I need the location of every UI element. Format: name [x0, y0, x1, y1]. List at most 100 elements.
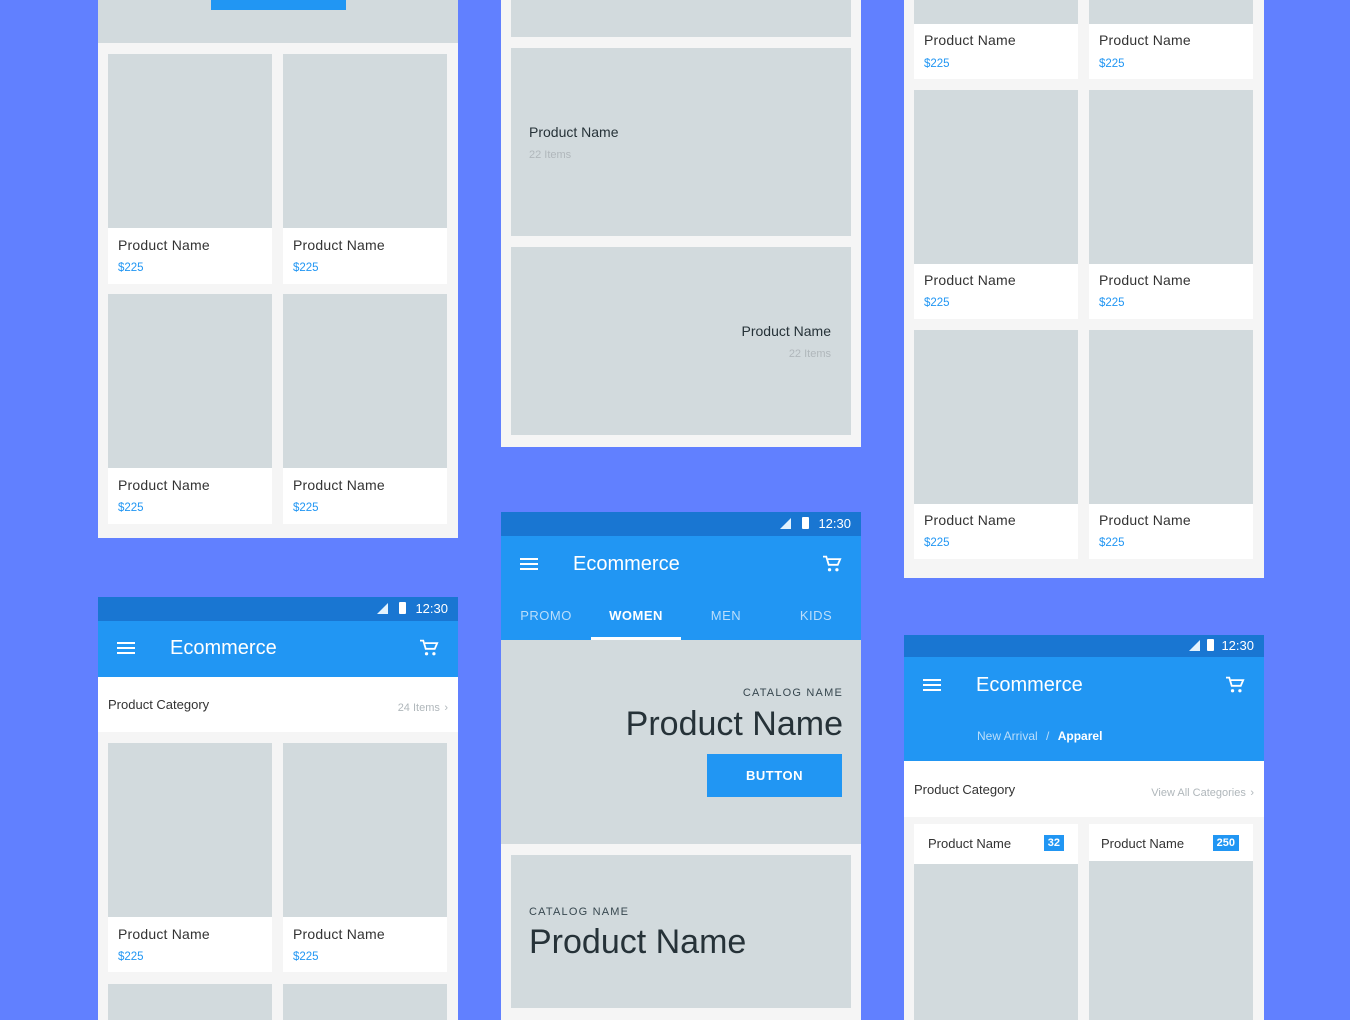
product-card[interactable]: Product Name $225	[914, 90, 1078, 319]
category-banner[interactable]: Product Name 22 Items	[511, 247, 851, 435]
category-card-name: Product Name	[928, 836, 1012, 851]
hero-button[interactable]: BUTTON	[707, 754, 842, 797]
product-card[interactable]: Product Name $225	[108, 294, 272, 524]
screen-product-grid-top-right: Product Name $225 Product Name $225 Prod…	[904, 0, 1264, 578]
category-banner[interactable]	[511, 0, 851, 37]
tab-kids[interactable]: KIDS	[771, 608, 861, 623]
tab-women[interactable]: WOMEN	[591, 608, 681, 623]
category-count-link[interactable]: 24 Items ›	[398, 698, 448, 716]
breadcrumb-separator: /	[1046, 729, 1050, 743]
product-card[interactable]: Product Name $225	[283, 743, 447, 972]
product-name: Product Name	[1099, 272, 1191, 288]
product-name: Product Name	[924, 32, 1016, 48]
product-name: Product Name	[293, 926, 385, 942]
product-price: $225	[293, 951, 319, 963]
app-title: Ecommerce	[573, 553, 680, 575]
product-price: $225	[1099, 537, 1125, 549]
product-name: Product Name	[924, 512, 1016, 528]
product-price: $225	[118, 502, 144, 514]
product-image	[108, 294, 272, 468]
product-name: Product Name	[1099, 512, 1191, 528]
status-bar: 12:30	[98, 597, 458, 621]
menu-icon[interactable]	[117, 642, 135, 655]
breadcrumb-item-current[interactable]: Apparel	[1058, 729, 1103, 743]
cart-icon[interactable]	[822, 555, 842, 573]
category-card[interactable]: Product Name 32	[914, 824, 1078, 1020]
product-image	[1089, 330, 1253, 504]
chevron-right-icon: ›	[444, 702, 448, 714]
screen-product-grid-top-left: Product Name $225 Product Name $225 Prod…	[98, 0, 458, 538]
category-banner[interactable]: Product Name 22 Items	[511, 48, 851, 236]
product-card[interactable]: Product Name $225	[914, 0, 1078, 79]
category-item-count: 22 Items	[788, 348, 831, 360]
tab-promo[interactable]: PROMO	[501, 608, 591, 623]
product-image	[914, 0, 1078, 24]
category-label: Product Category	[108, 697, 210, 712]
product-name: Product Name	[118, 926, 210, 942]
status-bar: 12:30	[904, 635, 1264, 657]
product-name: Product Name	[924, 272, 1016, 288]
product-price: $225	[293, 502, 319, 514]
product-card[interactable]: Product Name $225	[914, 330, 1078, 559]
product-price: $225	[1099, 58, 1125, 70]
app-bar: Ecommerce PROMO WOMEN MEN KIDS	[501, 536, 861, 640]
product-card[interactable]: Product Name $225	[283, 54, 447, 284]
product-image	[914, 330, 1078, 504]
product-image[interactable]	[283, 984, 447, 1020]
status-time: 12:30	[415, 601, 448, 616]
category-name: Product Name	[741, 323, 831, 339]
product-price: $225	[293, 262, 319, 274]
cart-icon[interactable]	[1225, 676, 1245, 694]
battery-icon	[1207, 639, 1214, 651]
category-header[interactable]: Product Category 24 Items ›	[98, 677, 458, 732]
product-name: Product Name	[118, 237, 210, 253]
product-card[interactable]: Product Name $225	[1089, 330, 1253, 559]
menu-icon[interactable]	[520, 558, 538, 571]
banner-button[interactable]	[211, 0, 346, 10]
signal-icon	[780, 518, 791, 529]
product-image	[283, 54, 447, 228]
signal-icon	[1189, 640, 1200, 651]
chevron-right-icon: ›	[1250, 787, 1254, 799]
menu-icon[interactable]	[923, 679, 941, 692]
product-card[interactable]: Product Name $225	[108, 54, 272, 284]
product-price: $225	[118, 951, 144, 963]
category-image	[914, 864, 1078, 1020]
screen-product-category-bottom-left: 12:30 Ecommerce Product Category 24 Item…	[98, 597, 458, 1020]
tab-men[interactable]: MEN	[681, 608, 771, 623]
product-image	[283, 294, 447, 468]
product-price: $225	[1099, 297, 1125, 309]
catalog-label: CATALOG NAME	[529, 906, 630, 918]
product-price: $225	[924, 58, 950, 70]
hero-banner: CATALOG NAME Product Name BUTTON	[501, 640, 861, 844]
category-header[interactable]: Product Category View All Categories ›	[904, 761, 1264, 817]
screen-catalog-tabs-bottom-middle: 12:30 Ecommerce PROMO WOMEN MEN KIDS CAT…	[501, 512, 861, 1020]
product-image	[914, 90, 1078, 264]
category-name: Product Name	[529, 124, 619, 140]
product-card[interactable]: Product Name $225	[283, 294, 447, 524]
category-card[interactable]: Product Name 250	[1089, 824, 1253, 1020]
view-all-label: View All Categories	[1151, 787, 1246, 799]
product-image[interactable]	[108, 984, 272, 1020]
breadcrumb-item[interactable]: New Arrival	[977, 729, 1038, 743]
product-image	[283, 743, 447, 917]
category-label: Product Category	[914, 782, 1016, 797]
product-price: $225	[924, 537, 950, 549]
catalog-label: CATALOG NAME	[742, 687, 843, 699]
category-item-count: 22 Items	[529, 149, 572, 161]
catalog-title: Product Name	[529, 923, 747, 961]
view-all-link[interactable]: View All Categories ›	[1151, 783, 1254, 801]
battery-icon	[802, 517, 809, 529]
category-image	[1089, 861, 1253, 1020]
status-time: 12:30	[1221, 638, 1254, 653]
product-image	[108, 743, 272, 917]
category-card-name: Product Name	[1101, 836, 1185, 851]
count-badge: 32	[1043, 835, 1064, 851]
catalog-banner[interactable]: CATALOG NAME Product Name	[511, 855, 851, 1008]
product-card[interactable]: Product Name $225	[1089, 90, 1253, 319]
app-title: Ecommerce	[976, 674, 1083, 696]
cart-icon[interactable]	[419, 639, 439, 657]
count-badge: 250	[1212, 835, 1239, 851]
product-card[interactable]: Product Name $225	[1089, 0, 1253, 79]
product-card[interactable]: Product Name $225	[108, 743, 272, 972]
